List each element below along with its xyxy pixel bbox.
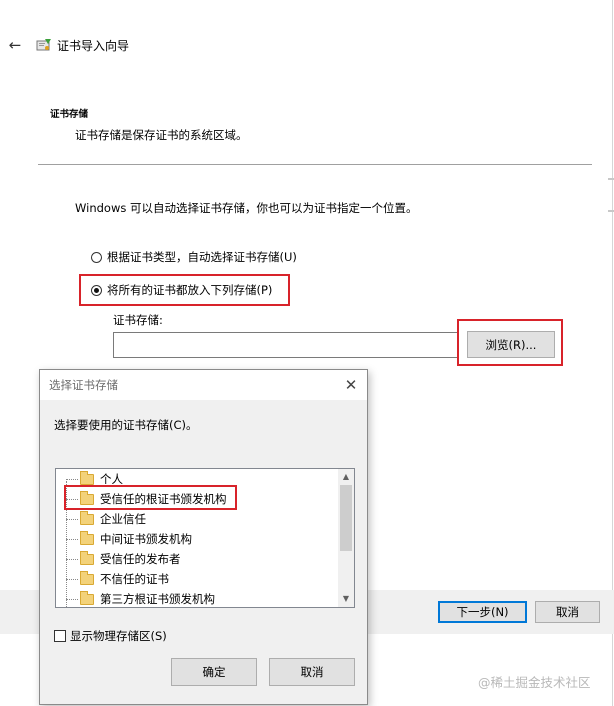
- show-physical-label: 显示物理存储区(S): [70, 629, 167, 643]
- next-button[interactable]: 下一步(N): [438, 601, 527, 623]
- tree-item[interactable]: 受信任的发布者: [66, 549, 181, 569]
- show-physical-stores-checkbox[interactable]: 显示物理存储区(S): [54, 628, 167, 644]
- folder-icon: [80, 550, 94, 565]
- dialog-title: 选择证书存储: [49, 378, 118, 392]
- tree-item-label: 第三方根证书颁发机构: [100, 592, 215, 606]
- section-title: 证书存储: [50, 109, 89, 120]
- radio-manual-label: 将所有的证书都放入下列存储(P): [107, 283, 273, 297]
- radio-auto-label: 根据证书类型，自动选择证书存储(U): [107, 250, 297, 264]
- edge-tick: [608, 210, 614, 212]
- tree-item-label: 受信任的发布者: [100, 552, 181, 566]
- divider: [38, 164, 592, 165]
- folder-icon: [80, 590, 94, 605]
- tree-connector: [66, 518, 78, 520]
- radio-button-selected[interactable]: [91, 284, 102, 296]
- tree-connector: [66, 558, 78, 560]
- wizard-title: 证书导入向导: [57, 39, 130, 53]
- tree-item-label: 企业信任: [100, 512, 146, 526]
- folder-icon: [80, 470, 94, 485]
- browse-button[interactable]: 浏览(R)...: [467, 331, 555, 358]
- dialog-prompt: 选择要使用的证书存储(C)。: [54, 418, 198, 432]
- folder-icon: [80, 530, 94, 545]
- ok-button[interactable]: 确定: [171, 658, 257, 686]
- watermark-text: @稀土掘金技术社区: [478, 675, 591, 690]
- dialog-cancel-button[interactable]: 取消: [269, 658, 355, 686]
- scroll-up-icon[interactable]: ▲: [338, 469, 354, 485]
- wizard-cancel-button[interactable]: 取消: [535, 601, 600, 623]
- radio-button[interactable]: [91, 251, 102, 263]
- store-input[interactable]: [113, 332, 459, 358]
- section-subtitle: 证书存储是保存证书的系统区域。: [75, 128, 248, 142]
- radio-auto-select[interactable]: 根据证书类型，自动选择证书存储(U): [91, 248, 297, 266]
- tree-scrollbar[interactable]: ▲ ▼: [338, 469, 354, 607]
- back-arrow-icon[interactable]: ←: [6, 36, 24, 54]
- edge-tick: [608, 178, 614, 180]
- description-text: Windows 可以自动选择证书存储，你也可以为证书指定一个位置。: [75, 201, 418, 215]
- tree-connector: [66, 478, 78, 480]
- checkbox[interactable]: [54, 630, 66, 642]
- folder-icon: [80, 510, 94, 525]
- tree-item-label: 中间证书颁发机构: [100, 532, 192, 546]
- tree-connector: [66, 598, 78, 600]
- scrollbar-thumb[interactable]: [340, 485, 352, 551]
- certificate-wizard-icon: [36, 38, 52, 52]
- radio-manual-store[interactable]: 将所有的证书都放入下列存储(P): [91, 281, 272, 299]
- folder-icon: [80, 570, 94, 585]
- tree-connector: [66, 578, 78, 580]
- tree-connector: [66, 538, 78, 540]
- tree-item-label: 不信任的证书: [100, 572, 169, 586]
- close-icon[interactable]: ✕: [341, 375, 361, 395]
- tree-item[interactable]: 中间证书颁发机构: [66, 529, 192, 549]
- tree-item[interactable]: 不信任的证书: [66, 569, 169, 589]
- tree-item[interactable]: 第三方根证书颁发机构: [66, 589, 215, 607]
- tree-item[interactable]: 企业信任: [66, 509, 146, 529]
- select-certificate-store-dialog: 选择证书存储 ✕ 选择要使用的证书存储(C)。 个人 受信任的根证书颁发机构 企…: [39, 369, 368, 705]
- store-label: 证书存储:: [113, 313, 163, 327]
- scroll-down-icon[interactable]: ▼: [338, 591, 354, 607]
- highlight-box: [64, 485, 237, 510]
